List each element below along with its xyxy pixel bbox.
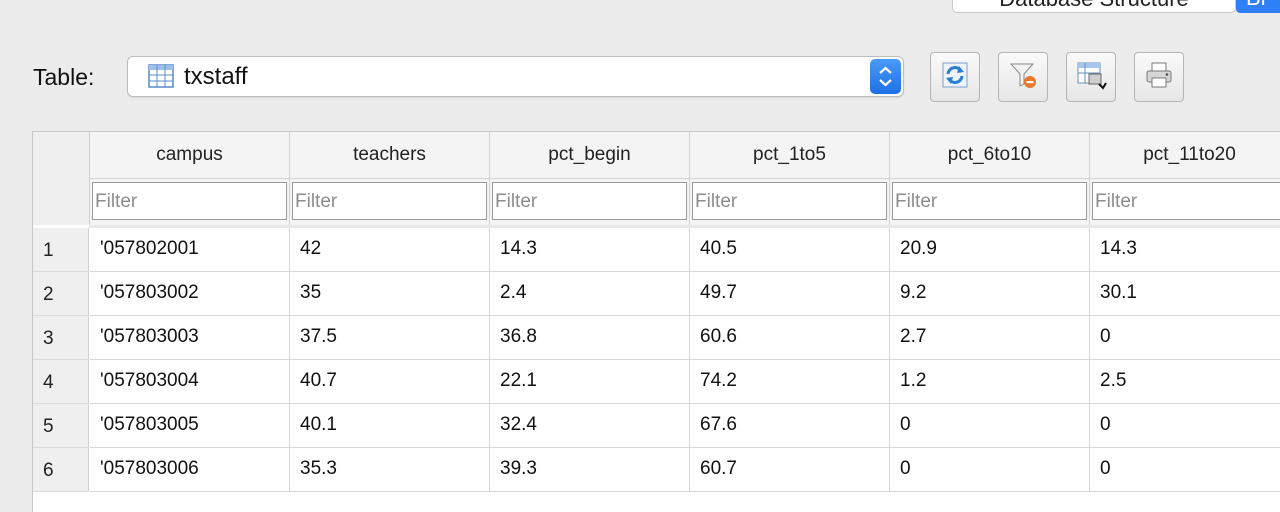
table-cell[interactable]: 14.3	[490, 228, 690, 272]
table-cell[interactable]: 22.1	[490, 360, 690, 404]
filter-input-pct-1to5[interactable]	[692, 182, 887, 220]
table-cell[interactable]: 67.6	[690, 404, 890, 448]
row-number[interactable]: 4	[33, 360, 89, 404]
table-cell[interactable]: 74.2	[690, 360, 890, 404]
filter-cell	[290, 179, 490, 225]
filter-input-campus[interactable]	[92, 182, 287, 220]
table-cell[interactable]: 40.1	[290, 404, 490, 448]
chevron-updown-icon[interactable]	[870, 59, 901, 94]
table-cell[interactable]: '057803006	[90, 448, 290, 492]
print-icon	[1144, 60, 1174, 95]
table-cell[interactable]: '057802001	[90, 228, 290, 272]
filter-cell	[690, 179, 890, 225]
grid-corner	[33, 132, 90, 225]
clear-filters-button[interactable]	[998, 52, 1048, 102]
print-button[interactable]	[1134, 52, 1184, 102]
table-cell[interactable]: 32.4	[490, 404, 690, 448]
table-cell[interactable]: 40.7	[290, 360, 490, 404]
table-cell[interactable]: 36.8	[490, 316, 690, 360]
table-cell[interactable]: 60.6	[690, 316, 890, 360]
filter-cell	[490, 179, 690, 225]
row-number[interactable]: 6	[33, 448, 89, 492]
clear-filter-icon	[1008, 60, 1038, 95]
table-select[interactable]: txstaff	[127, 56, 904, 97]
filter-cell	[1090, 179, 1280, 225]
table-cell[interactable]: 2.4	[490, 272, 690, 316]
table-cell[interactable]: 14.3	[1090, 228, 1280, 272]
refresh-button[interactable]	[930, 52, 980, 102]
selected-table-name: txstaff	[184, 63, 248, 90]
filter-cell	[890, 179, 1090, 225]
table-cell[interactable]: 35.3	[290, 448, 490, 492]
table-cell[interactable]: '057803003	[90, 316, 290, 360]
table-cell[interactable]: '057803004	[90, 360, 290, 404]
table-cell[interactable]: 40.5	[690, 228, 890, 272]
table-cell[interactable]: 20.9	[890, 228, 1090, 272]
table-cell[interactable]: '057803005	[90, 404, 290, 448]
table-grid-icon	[148, 64, 174, 93]
data-grid: campus teachers pct_begin pct_1to5 pct_6…	[32, 131, 1280, 512]
save-table-icon	[1075, 60, 1107, 95]
filter-input-pct-begin[interactable]	[492, 182, 687, 220]
table-cell[interactable]: 0	[890, 448, 1090, 492]
table-cell[interactable]: 35	[290, 272, 490, 316]
refresh-icon	[940, 60, 970, 95]
table-cell[interactable]: 0	[1090, 316, 1280, 360]
table-cell[interactable]: 37.5	[290, 316, 490, 360]
table-cell[interactable]: 9.2	[890, 272, 1090, 316]
table-cell[interactable]: 0	[890, 404, 1090, 448]
filter-input-pct-11to20[interactable]	[1092, 182, 1280, 220]
table-cell[interactable]: '057803002	[90, 272, 290, 316]
column-header-campus[interactable]: campus	[90, 132, 290, 179]
row-number[interactable]: 1	[33, 228, 89, 272]
row-number[interactable]: 2	[33, 272, 89, 316]
column-header-pct-1to5[interactable]: pct_1to5	[690, 132, 890, 179]
table-cell[interactable]: 0	[1090, 448, 1280, 492]
table-cell[interactable]: 39.3	[490, 448, 690, 492]
table-cell[interactable]: 1.2	[890, 360, 1090, 404]
tab-database-structure[interactable]: Database Structure	[952, 0, 1236, 13]
table-cell[interactable]: 2.5	[1090, 360, 1280, 404]
tab-browse-data[interactable]: Br	[1236, 0, 1280, 13]
table-cell[interactable]: 30.1	[1090, 272, 1280, 316]
row-number[interactable]: 3	[33, 316, 89, 360]
filter-input-teachers[interactable]	[292, 182, 487, 220]
table-cell[interactable]: 49.7	[690, 272, 890, 316]
table-cell[interactable]: 2.7	[890, 316, 1090, 360]
column-header-pct-begin[interactable]: pct_begin	[490, 132, 690, 179]
column-header-pct-11to20[interactable]: pct_11to20	[1090, 132, 1280, 179]
table-cell[interactable]: 0	[1090, 404, 1280, 448]
filter-cell	[90, 179, 290, 225]
column-header-teachers[interactable]: teachers	[290, 132, 490, 179]
column-header-pct-6to10[interactable]: pct_6to10	[890, 132, 1090, 179]
save-table-button[interactable]	[1066, 52, 1116, 102]
table-cell[interactable]: 42	[290, 228, 490, 272]
table-label: Table:	[33, 64, 95, 90]
filter-input-pct-6to10[interactable]	[892, 182, 1087, 220]
tab-strip: Database Structure Br	[0, 0, 1280, 14]
table-cell[interactable]: 60.7	[690, 448, 890, 492]
row-number[interactable]: 5	[33, 404, 89, 448]
